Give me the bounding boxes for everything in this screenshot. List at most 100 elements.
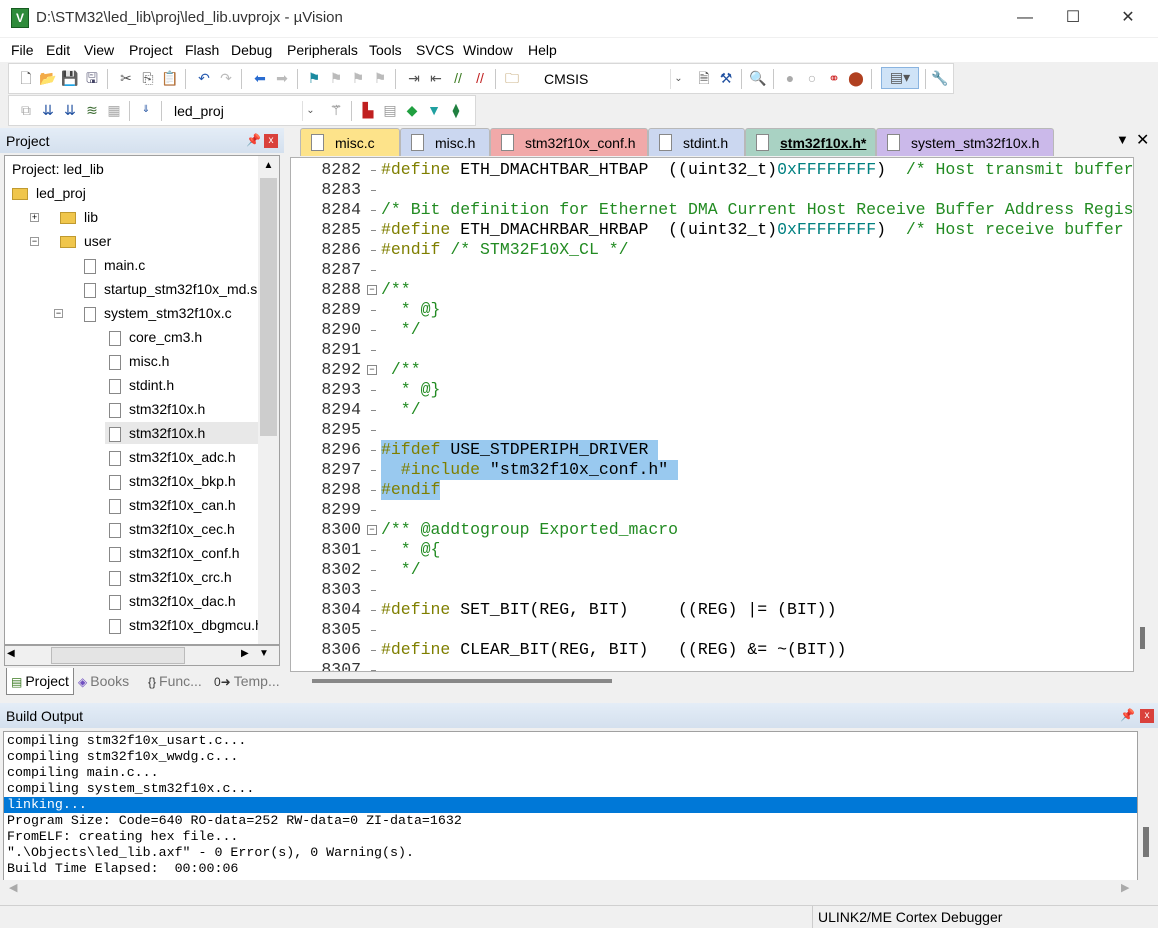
build-horizontal-scrollbar[interactable]: ◀ ▶: [3, 880, 1138, 898]
code-line[interactable]: 8289 * @}: [291, 300, 1133, 320]
minimize-button[interactable]: —: [1010, 6, 1040, 30]
paste-icon[interactable]: 📋: [161, 69, 179, 87]
save-icon[interactable]: 💾: [61, 69, 79, 87]
navigate-forward-icon[interactable]: ➡: [273, 69, 291, 87]
tree-item[interactable]: stm32f10x_cec.h: [105, 518, 235, 540]
next-bookmark-icon[interactable]: ⚑: [349, 69, 367, 87]
code-line[interactable]: 8299: [291, 500, 1133, 520]
expand-icon[interactable]: +: [30, 213, 39, 222]
tab-func[interactable]: {} Func...: [144, 668, 210, 695]
fold-collapse-icon[interactable]: −: [367, 365, 377, 375]
select-packs-icon[interactable]: ◆: [403, 101, 421, 119]
source-browser-icon[interactable]: ⚒: [717, 69, 735, 87]
find-combo[interactable]: CMSIS ⌄: [539, 68, 687, 90]
build-output-line[interactable]: Program Size: Code=640 RO-data=252 RW-da…: [4, 813, 1137, 829]
scroll-right-icon[interactable]: ▶: [241, 648, 249, 659]
close-window-button[interactable]: ✕: [1113, 6, 1143, 30]
build-output-line[interactable]: compiling main.c...: [4, 765, 1137, 781]
scroll-thumb[interactable]: [51, 647, 185, 664]
code-line[interactable]: 8296 #ifdef USE_STDPERIPH_DRIVER: [291, 440, 1133, 460]
scroll-thumb[interactable]: [260, 178, 277, 436]
code-line[interactable]: 8283: [291, 180, 1133, 200]
code-line[interactable]: 8292− /**: [291, 360, 1133, 380]
code-line[interactable]: 8304 #define SET_BIT(REG, BIT) ((REG) |= …: [291, 600, 1133, 620]
code-line[interactable]: 8298 #endif: [291, 480, 1133, 500]
chevron-down-icon[interactable]: ⌄: [670, 69, 686, 89]
download-icon[interactable]: ⇓: [137, 101, 155, 119]
incremental-find-icon[interactable]: 🗎: [695, 69, 713, 87]
tab-project[interactable]: ▤ Project: [6, 668, 74, 695]
disable-all-breakpoints-icon[interactable]: ⚭: [825, 69, 843, 87]
tree-item[interactable]: user: [56, 230, 111, 252]
code-line[interactable]: 8282 #define ETH_DMACHTBAR_HTBAP ((uint32…: [291, 160, 1133, 180]
tree-item[interactable]: stm32f10x_bkp.h: [105, 470, 236, 492]
tree-item[interactable]: stm32f10x_dbgmcu.h: [105, 614, 263, 636]
build-output-line[interactable]: compiling system_stm32f10x.c...: [4, 781, 1137, 797]
build-output-line[interactable]: FromELF: creating hex file...: [4, 829, 1137, 845]
clear-bookmarks-icon[interactable]: ⚑: [371, 69, 389, 87]
tree-item[interactable]: startup_stm32f10x_md.s: [80, 278, 257, 300]
file-extensions-icon[interactable]: ▤: [381, 101, 399, 119]
tree-item[interactable]: stm32f10x_crc.h: [105, 566, 232, 588]
build-output-log[interactable]: compiling stm32f10x_usart.c... compiling …: [3, 731, 1138, 881]
target-options-icon[interactable]: ⚚: [327, 101, 345, 119]
editor-tab-stm32f10x-h-[interactable]: stm32f10x.h*: [745, 128, 876, 156]
editor-horizontal-scrollbar[interactable]: [290, 672, 1134, 690]
close-panel-icon[interactable]: x: [1140, 709, 1154, 723]
chevron-down-icon[interactable]: ▼: [259, 648, 269, 659]
code-line[interactable]: 8285 #define ETH_DMACHRBAR_HRBAP ((uint32…: [291, 220, 1133, 240]
tree-item[interactable]: Project: led_lib: [8, 158, 104, 180]
code-editor[interactable]: 8282 #define ETH_DMACHTBAR_HTBAP ((uint32…: [290, 157, 1134, 672]
editor-tab-stm32f10x_conf-h[interactable]: stm32f10x_conf.h: [490, 128, 648, 156]
menu-svcs[interactable]: SVCS: [416, 42, 454, 58]
menu-window[interactable]: Window: [463, 42, 513, 58]
menu-project[interactable]: Project: [129, 42, 173, 58]
scroll-thumb[interactable]: [1143, 827, 1149, 857]
code-line[interactable]: 8301 * @{: [291, 540, 1133, 560]
code-line[interactable]: 8300−/** @addtogroup Exported_macro: [291, 520, 1133, 540]
scroll-up-icon[interactable]: ▲: [258, 156, 279, 176]
code-line[interactable]: 8294 */: [291, 400, 1133, 420]
manage-components-icon[interactable]: ▙: [359, 101, 377, 119]
tree-item[interactable]: main.c: [80, 254, 145, 276]
configure-icon[interactable]: 🔧: [931, 69, 949, 87]
tab-books[interactable]: ◈ Books: [74, 668, 144, 695]
debug-session-icon[interactable]: 🔍: [749, 69, 767, 87]
disable-breakpoint-icon[interactable]: ○: [803, 69, 821, 87]
editor-tab-misc-h[interactable]: misc.h: [400, 128, 490, 156]
build-output-line[interactable]: compiling stm32f10x_usart.c...: [4, 733, 1137, 749]
code-line[interactable]: 8303: [291, 580, 1133, 600]
rebuild-icon[interactable]: ⇊: [61, 101, 79, 119]
code-line[interactable]: 8284 /* Bit definition for Ethernet DMA C…: [291, 200, 1133, 220]
chevron-down-icon[interactable]: ⌄: [302, 101, 318, 121]
redo-icon[interactable]: ↷: [217, 69, 235, 87]
maximize-button[interactable]: ☐: [1058, 6, 1088, 30]
pin-icon[interactable]: 📌: [1120, 708, 1135, 722]
code-line[interactable]: 8307: [291, 660, 1133, 671]
scroll-left-icon[interactable]: ◀: [9, 881, 17, 894]
menu-help[interactable]: Help: [528, 42, 557, 58]
uncomment-icon[interactable]: //: [471, 69, 489, 87]
collapse-icon[interactable]: −: [54, 309, 63, 318]
tree-item[interactable]: stm32f10x.h: [105, 398, 205, 420]
find-in-files-icon[interactable]: 🗀: [503, 69, 521, 87]
fold-collapse-icon[interactable]: −: [367, 525, 377, 535]
tree-item[interactable]: stm32f10x_conf.h: [105, 542, 240, 564]
code-line[interactable]: 8306 #define CLEAR_BIT(REG, BIT) ((REG) &…: [291, 640, 1133, 660]
menu-view[interactable]: View: [84, 42, 114, 58]
kill-all-breakpoints-icon[interactable]: ⬤: [847, 69, 865, 87]
undo-icon[interactable]: ↶: [195, 69, 213, 87]
copy-icon[interactable]: ⎘: [139, 69, 157, 87]
code-line[interactable]: 8290 */: [291, 320, 1133, 340]
tree-item[interactable]: stm32f10x_dac.h: [105, 590, 236, 612]
pin-icon[interactable]: 📌: [246, 133, 261, 147]
save-all-icon[interactable]: 🖫: [83, 69, 101, 87]
new-file-icon[interactable]: 🗋: [17, 69, 35, 87]
bookmark-icon[interactable]: ⚑: [305, 69, 323, 87]
tree-horizontal-scrollbar[interactable]: ◀ ▶ ▼: [4, 645, 280, 666]
editor-tab-stdint-h[interactable]: stdint.h: [648, 128, 745, 156]
code-line[interactable]: 8286 #endif /* STM32F10X_CL */: [291, 240, 1133, 260]
tree-item[interactable]: stm32f10x_adc.h: [105, 446, 236, 468]
build-icon[interactable]: ⇊: [39, 101, 57, 119]
window-layout-button[interactable]: ▤▾: [881, 67, 919, 89]
